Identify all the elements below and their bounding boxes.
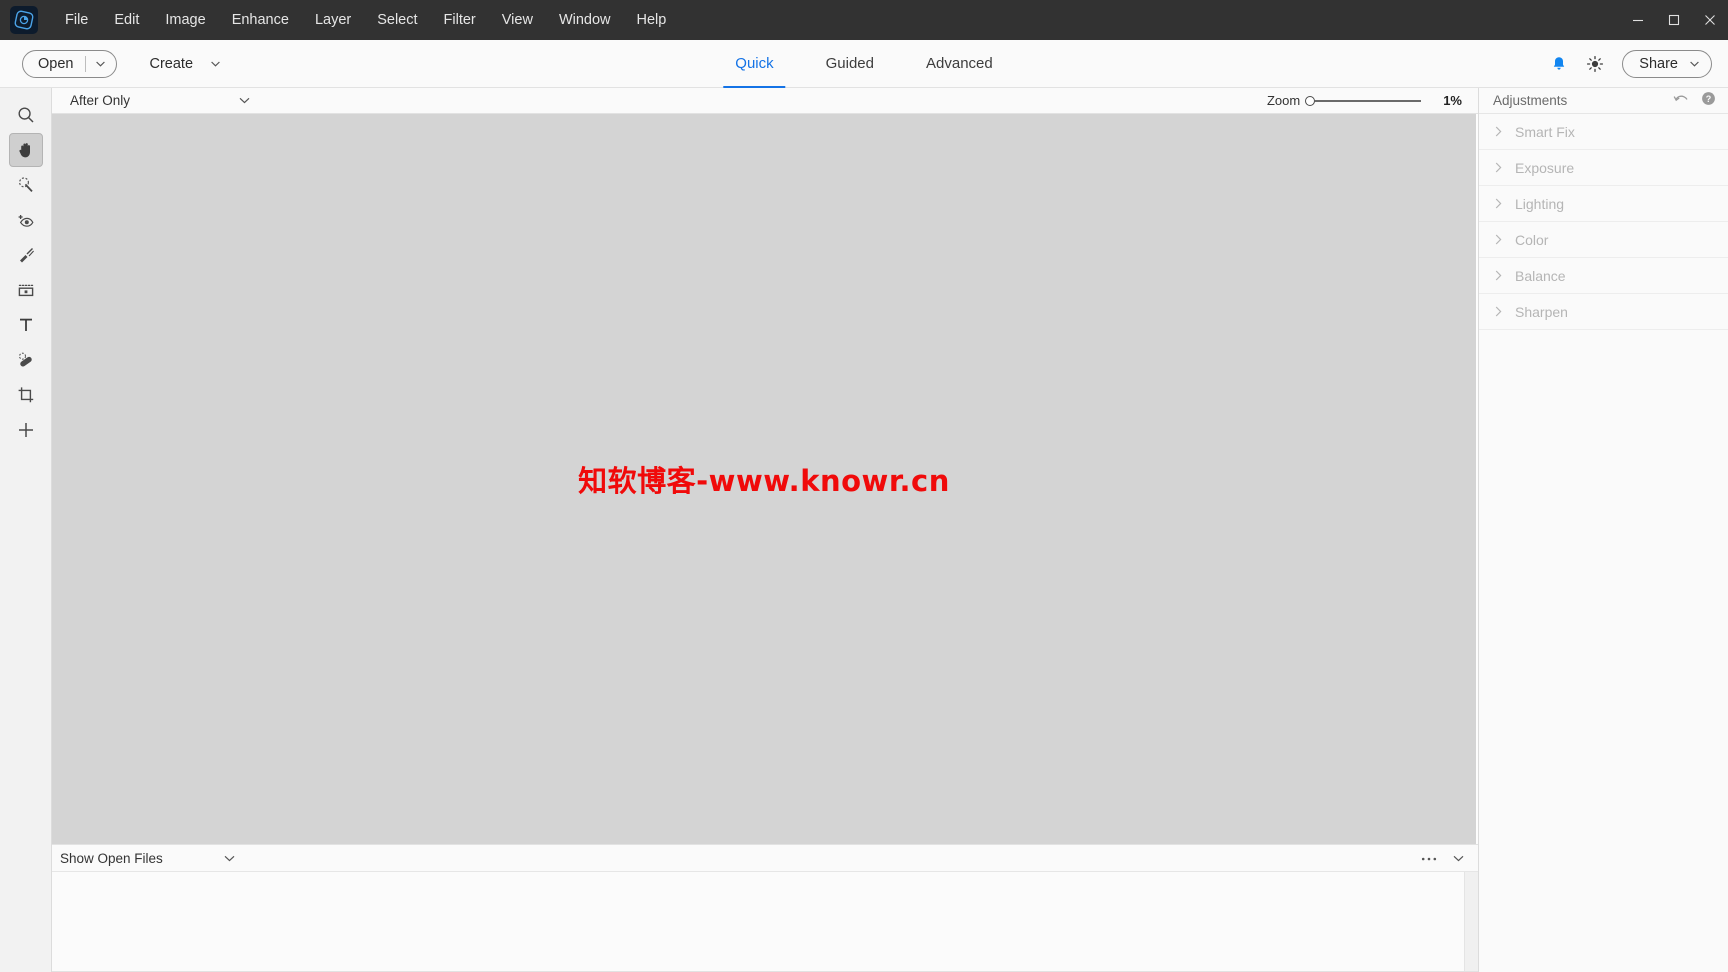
- view-mode-value: After Only: [70, 93, 131, 108]
- view-mode-select[interactable]: After Only: [70, 93, 250, 108]
- create-button-label: Create: [149, 55, 194, 72]
- svg-text:?: ?: [1706, 94, 1712, 104]
- photo-bin-bar-actions: [1421, 849, 1464, 867]
- hand-tool[interactable]: [8, 133, 43, 167]
- tab-guided[interactable]: Guided: [800, 40, 900, 88]
- adjustment-lighting[interactable]: Lighting: [1479, 186, 1728, 222]
- brightness-sun-icon[interactable]: [1586, 55, 1604, 73]
- menu-window[interactable]: Window: [546, 7, 624, 33]
- share-button[interactable]: Share: [1622, 50, 1712, 78]
- zoom-slider-handle[interactable]: [1305, 95, 1316, 106]
- adjustment-label: Exposure: [1515, 159, 1575, 176]
- close-button[interactable]: [1692, 0, 1728, 40]
- image-canvas[interactable]: 知软博客-www.knowr.cn: [52, 114, 1476, 844]
- title-bar: File Edit Image Enhance Layer Select Fil…: [0, 0, 1728, 40]
- panel-title: Adjustments: [1493, 93, 1568, 108]
- menu-enhance[interactable]: Enhance: [219, 7, 302, 33]
- chevron-down-icon: [211, 61, 220, 67]
- adjustment-label: Sharpen: [1515, 303, 1568, 320]
- chevron-down-icon: [1690, 61, 1699, 67]
- adjustment-balance[interactable]: Balance: [1479, 258, 1728, 294]
- adjustment-color[interactable]: Color: [1479, 222, 1728, 258]
- photo-bin-scrollbar[interactable]: [1464, 872, 1478, 971]
- adjustment-label: Smart Fix: [1515, 123, 1575, 140]
- menu-image[interactable]: Image: [152, 7, 218, 33]
- menu-help[interactable]: Help: [624, 7, 680, 33]
- chevron-down-icon: [239, 97, 250, 104]
- quick-selection-tool[interactable]: [9, 168, 43, 202]
- chevron-right-icon: [1495, 198, 1515, 209]
- chevron-right-icon: [1495, 126, 1515, 137]
- create-button[interactable]: Create: [143, 50, 226, 78]
- chevron-right-icon: [1495, 306, 1515, 317]
- options-bar: After Only Zoom 1%: [52, 88, 1478, 114]
- canvas-wrapper: 知软博客-www.knowr.cn: [52, 114, 1478, 844]
- move-tool[interactable]: [9, 413, 43, 447]
- more-options-icon[interactable]: [1421, 849, 1437, 867]
- menu-filter[interactable]: Filter: [431, 7, 489, 33]
- share-button-label: Share: [1639, 56, 1678, 72]
- tab-advanced[interactable]: Advanced: [900, 40, 1019, 88]
- top-toolbar: Open Create Quick Guided Advanced Share: [0, 40, 1728, 88]
- chevron-right-icon: [1495, 234, 1515, 245]
- adjustment-label: Lighting: [1515, 195, 1565, 212]
- menu-edit[interactable]: Edit: [101, 7, 152, 33]
- adjustment-smart-fix[interactable]: Smart Fix: [1479, 114, 1728, 150]
- zoom-slider[interactable]: [1305, 95, 1422, 106]
- crop-tool[interactable]: [9, 378, 43, 412]
- zoom-label: Zoom: [1266, 93, 1301, 108]
- open-button-label: Open: [38, 55, 74, 72]
- panel-header: Adjustments ?: [1479, 88, 1728, 114]
- photo-bin-strip[interactable]: [52, 872, 1478, 972]
- type-tool[interactable]: [9, 308, 43, 342]
- menu-bar: File Edit Image Enhance Layer Select Fil…: [52, 7, 679, 33]
- adjustment-label: Balance: [1515, 267, 1566, 284]
- main-area: After Only Zoom 1% 知软博客-www.knowr.cn Sho…: [0, 88, 1728, 972]
- zoom-percent-value: 1%: [1443, 93, 1462, 108]
- menu-view[interactable]: View: [489, 7, 546, 33]
- window-controls: [1620, 0, 1728, 40]
- photo-bin-bar: Show Open Files: [52, 844, 1478, 872]
- editor-area: After Only Zoom 1% 知软博客-www.knowr.cn Sho…: [52, 88, 1478, 972]
- zoom-control-group: Zoom 1%: [1267, 93, 1462, 108]
- tab-quick[interactable]: Quick: [709, 40, 799, 88]
- top-toolbar-right: Share: [1550, 40, 1712, 88]
- photoshop-elements-logo-icon: [10, 6, 38, 34]
- open-button[interactable]: Open: [22, 49, 118, 78]
- whiten-teeth-tool[interactable]: [9, 238, 43, 272]
- chevron-down-icon[interactable]: [86, 61, 116, 67]
- watermark-text: 知软博客-www.knowr.cn: [578, 464, 950, 498]
- spot-healing-brush-tool[interactable]: [9, 343, 43, 377]
- adjustment-exposure[interactable]: Exposure: [1479, 150, 1728, 186]
- menu-layer[interactable]: Layer: [302, 7, 364, 33]
- chevron-down-icon[interactable]: [1453, 849, 1464, 867]
- adjustment-label: Color: [1515, 231, 1549, 248]
- reset-undo-icon[interactable]: [1673, 92, 1689, 110]
- zoom-slider-track[interactable]: [1315, 99, 1422, 102]
- red-eye-removal-tool[interactable]: [9, 203, 43, 237]
- adjustment-sharpen[interactable]: Sharpen: [1479, 294, 1728, 330]
- maximize-button[interactable]: [1656, 0, 1692, 40]
- show-open-files-value: Show Open Files: [60, 850, 163, 866]
- panel-header-actions: ?: [1673, 91, 1716, 111]
- help-question-icon[interactable]: ?: [1701, 91, 1716, 111]
- menu-file[interactable]: File: [52, 7, 101, 33]
- zoom-tool[interactable]: [9, 98, 43, 132]
- notification-bell-icon[interactable]: [1550, 55, 1568, 73]
- tools-panel: [0, 88, 52, 972]
- show-open-files-select[interactable]: Show Open Files: [60, 851, 235, 866]
- edit-mode-tabs: Quick Guided Advanced: [709, 40, 1018, 88]
- adjustments-panel: Adjustments ? Smart Fix Exposure Lightin…: [1478, 88, 1728, 972]
- chevron-right-icon: [1495, 270, 1515, 281]
- minimize-button[interactable]: [1620, 0, 1656, 40]
- chevron-down-icon: [224, 855, 235, 862]
- straighten-tool[interactable]: [9, 273, 43, 307]
- menu-select[interactable]: Select: [364, 7, 430, 33]
- chevron-right-icon: [1495, 162, 1515, 173]
